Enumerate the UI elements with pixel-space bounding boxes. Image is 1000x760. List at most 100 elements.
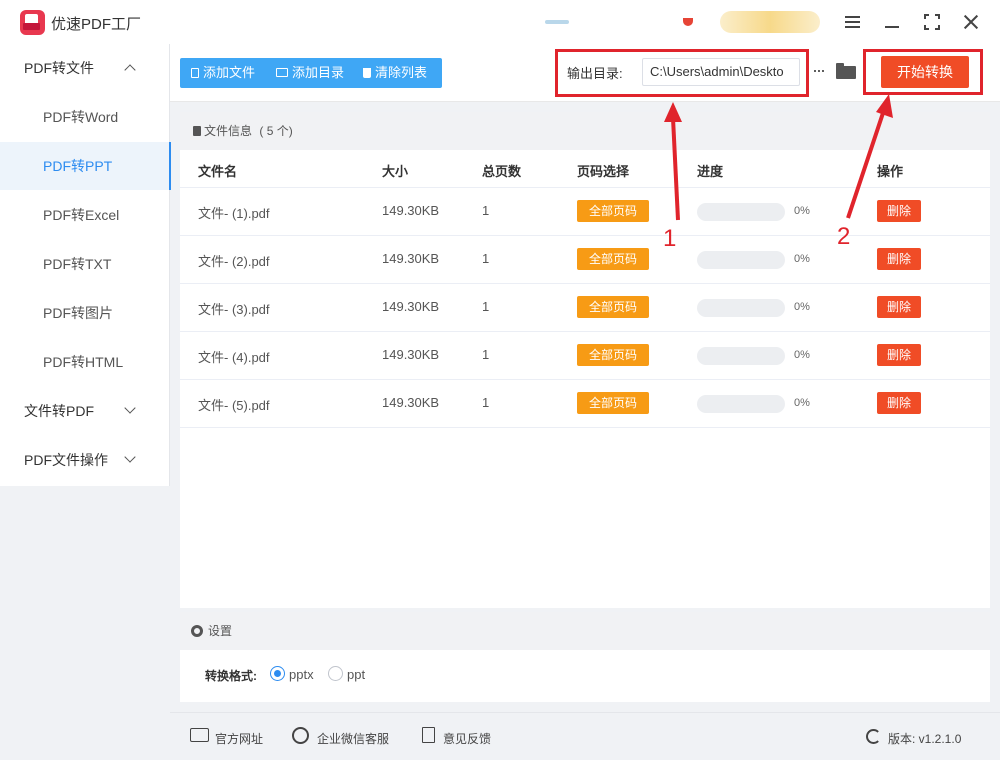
progress-percent: 0% [794,205,810,217]
file-pages: 1 [482,347,490,362]
progress-bar [697,251,785,269]
page-select-button[interactable]: 全部页码 [577,200,649,222]
file-count: ( 5 个) [259,124,293,138]
wechat-support-link[interactable]: 企业微信客服 [317,730,389,747]
file-size: 149.30KB [382,299,440,314]
delete-button[interactable]: 删除 [877,296,921,318]
clear-list-label: 清除列表 [375,65,428,80]
file-pages: 1 [482,395,490,410]
promo-banner[interactable] [720,11,820,33]
radio-pptx-label[interactable]: pptx [289,667,314,682]
feedback-link[interactable]: 意见反馈 [443,730,491,747]
file-size: 149.30KB [382,347,440,362]
website-icon [190,728,209,742]
radio-pptx[interactable] [270,666,285,681]
chevron-up-icon [124,64,136,76]
add-directory-button[interactable]: 添加目录 [276,58,344,88]
file-pages: 1 [482,299,490,314]
sidebar-group-pdf-operations[interactable]: PDF文件操作 [0,436,170,484]
chat-icon [292,727,309,744]
refresh-icon[interactable] [866,729,881,744]
table-row: 文件- (5).pdf 149.30KB 1 全部页码 0% 删除 [180,380,990,428]
file-list-panel: 文件信息 ( 5 个) 文件名 大小 总页数 页码选择 进度 操作 文件- (1… [180,112,990,608]
delete-button[interactable]: 删除 [877,200,921,222]
settings-panel: 设置 转换格式: pptx ppt [180,612,990,702]
sidebar: PDF转文件 PDF转Word PDF转PPT PDF转Excel PDF转TX… [0,44,171,486]
promo-decoration-icon [545,20,569,24]
title-bar: 优速PDF工厂 [0,0,1000,44]
app-logo-icon [20,10,45,35]
delete-button[interactable]: 删除 [877,392,921,414]
sidebar-item-pdf-to-word[interactable]: PDF转Word [0,93,170,141]
gear-icon [191,625,203,637]
file-info-header: 文件信息 ( 5 个) [180,112,990,150]
add-file-label: 添加文件 [203,65,256,80]
settings-title: 设置 [208,624,233,638]
page-select-button[interactable]: 全部页码 [577,392,649,414]
file-size: 149.30KB [382,203,440,218]
column-header-name: 文件名 [198,164,238,179]
sidebar-item-pdf-to-html[interactable]: PDF转HTML [0,338,170,386]
footer: 官方网址 企业微信客服 意见反馈 版本: v1.2.1.0 [170,712,1000,760]
trash-icon [363,67,371,78]
file-name: 文件- (2).pdf [198,254,270,269]
progress-bar [697,395,785,413]
annotation-number-2: 2 [837,223,851,250]
annotation-box-start [863,49,983,95]
file-name: 文件- (1).pdf [198,206,270,221]
sidebar-item-pdf-to-ppt[interactable]: PDF转PPT [0,142,171,190]
page-select-button[interactable]: 全部页码 [577,248,649,270]
menu-icon[interactable] [839,9,865,35]
version-label: 版本: v1.2.1.0 [888,732,962,746]
official-website-link[interactable]: 官方网址 [215,730,263,747]
file-info-title: 文件信息 [204,124,253,138]
progress-bar [697,299,785,317]
more-options-button[interactable]: ··· [808,58,828,86]
sidebar-item-pdf-to-excel[interactable]: PDF转Excel [0,191,170,239]
feedback-icon [422,727,435,743]
annotation-box-output [555,49,809,97]
sidebar-group-file-to-pdf[interactable]: 文件转PDF [0,387,170,435]
sidebar-group-pdf-to-file[interactable]: PDF转文件 [0,44,170,92]
table-row: 文件- (3).pdf 149.30KB 1 全部页码 0% 删除 [180,284,990,332]
add-file-button[interactable]: 添加文件 [191,58,255,88]
browse-folder-icon[interactable] [836,63,856,79]
table-row: 文件- (2).pdf 149.30KB 1 全部页码 0% 删除 [180,236,990,284]
table-header: 文件名 大小 总页数 页码选择 进度 操作 [180,150,990,188]
delete-button[interactable]: 删除 [877,344,921,366]
sidebar-group-label: PDF文件操作 [24,452,108,468]
page-select-button[interactable]: 全部页码 [577,296,649,318]
clear-list-button[interactable]: 清除列表 [363,58,427,88]
progress-percent: 0% [794,253,810,265]
format-label: 转换格式: [205,669,257,683]
promo-decoration-icon [683,18,693,26]
table-row: 文件- (1).pdf 149.30KB 1 全部页码 0% 删除 [180,188,990,236]
sidebar-item-pdf-to-image[interactable]: PDF转图片 [0,289,170,337]
sidebar-group-label: PDF转文件 [24,60,94,76]
table-row: 文件- (4).pdf 149.30KB 1 全部页码 0% 删除 [180,332,990,380]
radio-ppt[interactable] [328,666,343,681]
page-select-button[interactable]: 全部页码 [577,344,649,366]
radio-ppt-label[interactable]: ppt [347,667,365,682]
document-icon [193,125,201,136]
delete-button[interactable]: 删除 [877,248,921,270]
file-action-group: 添加文件 添加目录 清除列表 [180,58,442,88]
minimize-icon[interactable] [879,9,905,35]
file-name: 文件- (4).pdf [198,350,270,365]
file-icon [191,67,199,78]
progress-percent: 0% [794,301,810,313]
chevron-down-icon [124,451,136,463]
settings-header: 设置 [180,612,990,650]
app-title: 优速PDF工厂 [51,16,142,33]
maximize-icon[interactable] [919,9,945,35]
column-header-action: 操作 [877,164,904,179]
column-header-page-select: 页码选择 [577,164,630,179]
column-header-size: 大小 [382,164,409,179]
close-icon[interactable] [958,9,984,35]
progress-bar [697,203,785,221]
file-name: 文件- (3).pdf [198,302,270,317]
file-pages: 1 [482,251,490,266]
progress-percent: 0% [794,397,810,409]
file-name: 文件- (5).pdf [198,398,270,413]
sidebar-item-pdf-to-txt[interactable]: PDF转TXT [0,240,170,288]
